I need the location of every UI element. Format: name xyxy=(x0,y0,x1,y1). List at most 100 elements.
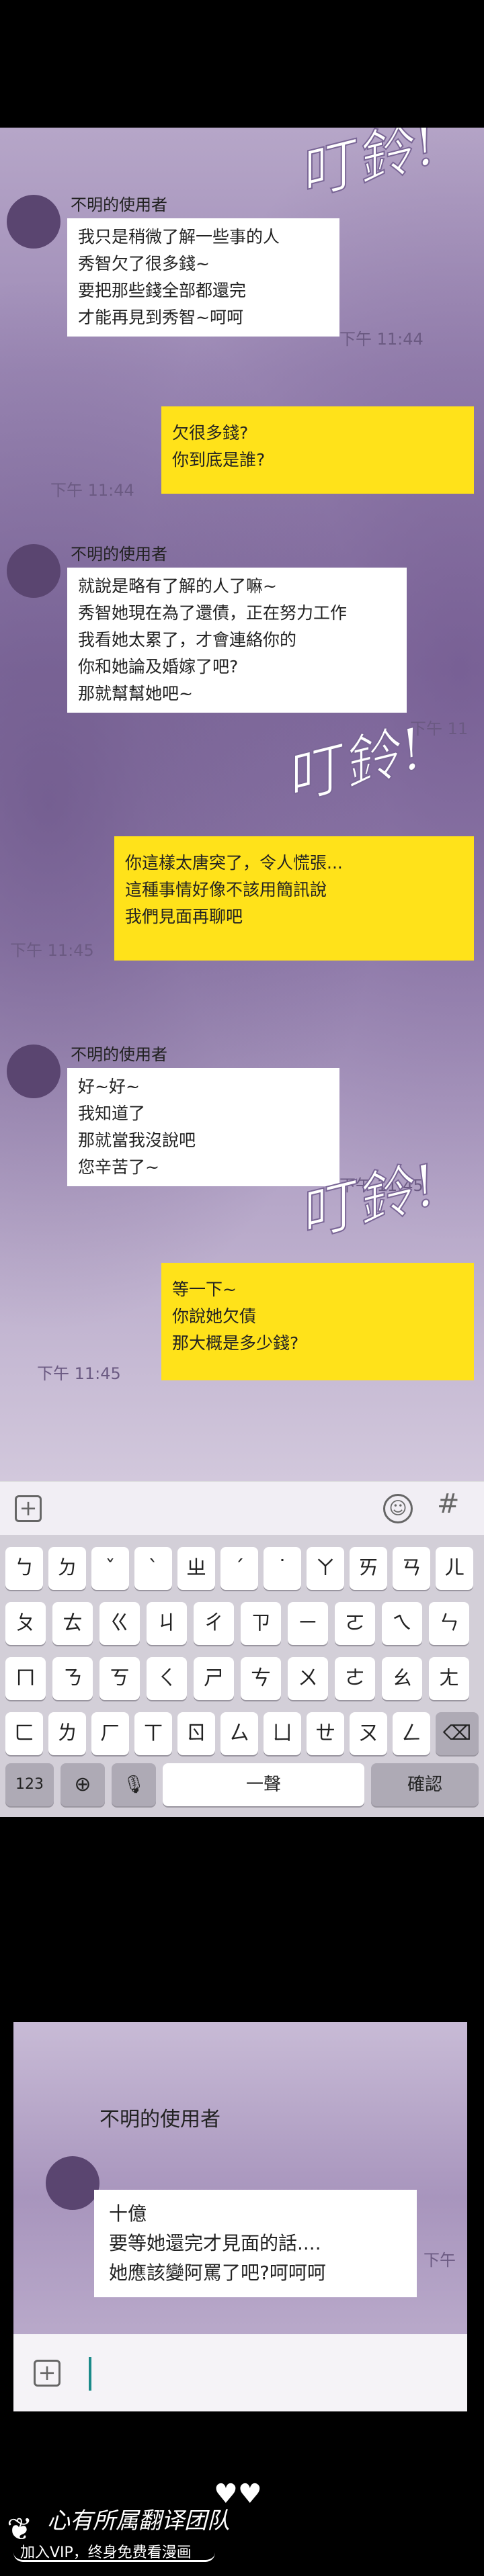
message-line: 我看她太累了，才會連絡你的 xyxy=(78,630,297,650)
message-line: 要把那些錢全部都還完 xyxy=(78,281,247,300)
globe-icon[interactable]: ⊕ xyxy=(61,1763,105,1806)
key[interactable]: ㄣ xyxy=(429,1602,469,1645)
avatar[interactable] xyxy=(46,2156,99,2210)
zhuyin-keyboard: ㄅ ㄉ ˇ ˋ ㄓ ˊ ˙ ㄚ ㄞ ㄢ ㄦ ㄆ ㄊ ㄍ ㄐ ㄔ ㄗ ㄧ ㄛ ㄟ … xyxy=(0,1535,484,1817)
key[interactable]: ˋ xyxy=(134,1547,172,1590)
message-time: 下午 11:44 xyxy=(339,330,424,349)
message-time: 下午 11:44 xyxy=(50,481,134,500)
key[interactable]: ㄩ xyxy=(264,1712,301,1755)
key[interactable]: ㄔ xyxy=(194,1602,234,1645)
key[interactable]: ㄖ xyxy=(177,1712,215,1755)
key[interactable]: ㄎ xyxy=(99,1657,140,1700)
key[interactable]: ㄍ xyxy=(99,1602,140,1645)
key[interactable]: ㄊ xyxy=(52,1602,93,1645)
message-input-bar[interactable]: + ☺ # xyxy=(0,1481,484,1535)
key[interactable]: ㄟ xyxy=(382,1602,422,1645)
emoji-icon[interactable]: ☺ xyxy=(383,1494,413,1523)
sound-effect-text: 叮鈴! xyxy=(277,713,434,813)
message-line: 好~好~ xyxy=(78,1077,140,1096)
key[interactable]: ㄘ xyxy=(241,1657,281,1700)
message-line: 你和她論及婚嫁了吧? xyxy=(78,657,239,676)
translator-logo: 心有所属翻译团队 xyxy=(47,2507,230,2534)
key[interactable]: ˙ xyxy=(264,1547,301,1590)
space-key[interactable]: 一聲 xyxy=(163,1763,364,1806)
keyboard-row: ㄆ ㄊ ㄍ ㄐ ㄔ ㄗ ㄧ ㄛ ㄟ ㄣ xyxy=(5,1602,479,1645)
hash-icon[interactable]: # xyxy=(437,1489,460,1519)
message-line: 那就當我沒說吧 xyxy=(78,1130,196,1150)
key[interactable]: ㄦ xyxy=(436,1547,473,1590)
key[interactable]: ㄝ xyxy=(307,1712,344,1755)
sender-name: 不明的使用者 xyxy=(71,1045,167,1064)
sender-name: 不明的使用者 xyxy=(71,545,167,564)
key[interactable]: ㄒ xyxy=(134,1712,172,1755)
key[interactable]: ˊ xyxy=(220,1547,258,1590)
key[interactable]: ㄌ xyxy=(48,1712,86,1755)
sender-name: 不明的使用者 xyxy=(71,195,167,214)
message-bubble: 我只是稍微了解一些事的人 秀智欠了很多錢~ 要把那些錢全部都還完 才能再見到秀智… xyxy=(67,218,339,337)
key[interactable]: ㄥ xyxy=(393,1712,430,1755)
message-line: 才能再見到秀智~呵呵 xyxy=(78,308,243,327)
key[interactable]: ㄇ xyxy=(5,1657,46,1700)
message-line: 十億 xyxy=(109,2203,147,2225)
key[interactable]: ㄋ xyxy=(52,1657,93,1700)
message-bubble: 就說是略有了解的人了嘛~ 秀智她現在為了還債，正在努力工作 我看她太累了，才會連… xyxy=(67,568,407,713)
message-line: 你到底是誰? xyxy=(172,450,266,470)
key[interactable]: ㄠ xyxy=(382,1657,422,1700)
message-line: 那就幫幫她吧~ xyxy=(78,684,193,703)
key[interactable]: ㄙ xyxy=(220,1712,258,1755)
key[interactable]: ㄡ xyxy=(350,1712,387,1755)
keyboard-row: ㄇ ㄋ ㄎ ㄑ ㄕ ㄘ ㄨ ㄜ ㄠ ㄤ xyxy=(5,1657,479,1700)
microphone-icon[interactable]: 🎙 xyxy=(112,1763,156,1806)
confirm-key[interactable]: 確認 xyxy=(371,1763,479,1806)
key[interactable]: ㄓ xyxy=(177,1547,215,1590)
my-message-bubble: 等一下~ 你說她欠債 那大概是多少錢? xyxy=(161,1263,474,1380)
message-time: 下午 xyxy=(424,2251,456,2270)
key[interactable]: ㄜ xyxy=(335,1657,375,1700)
numbers-key[interactable]: 123 xyxy=(5,1763,54,1806)
message-bubble: 好~好~ 我知道了 那就當我沒說吧 您辛苦了~ xyxy=(67,1068,339,1186)
key[interactable]: ㄈ xyxy=(5,1712,43,1755)
avatar[interactable] xyxy=(7,195,61,249)
keyboard-row: ㄈ ㄌ ㄏ ㄒ ㄖ ㄙ ㄩ ㄝ ㄡ ㄥ ⌫ xyxy=(5,1712,479,1755)
key[interactable]: ㄏ xyxy=(91,1712,129,1755)
key[interactable]: ㄛ xyxy=(335,1602,375,1645)
message-line: 那大概是多少錢? xyxy=(172,1333,299,1353)
message-time: 下午 11:45 xyxy=(37,1364,121,1383)
message-time: 下午 11:45 xyxy=(10,941,94,960)
message-line: 這種事情好像不該用簡訊說 xyxy=(125,880,327,899)
text-cursor xyxy=(89,2357,91,2391)
message-line: 要等她還完才見面的話.... xyxy=(109,2232,321,2254)
message-line: 我只是稍微了解一些事的人 xyxy=(78,227,280,247)
add-attachment-button[interactable]: + xyxy=(34,2360,61,2387)
chat-panel-2: 不明的使用者 十億 要等她還完才見面的話.... 她應該變阿罵了吧?呵呵呵 下午… xyxy=(13,2022,467,2411)
message-line: 你這樣太唐突了，令人慌張... xyxy=(125,853,343,873)
avatar[interactable] xyxy=(7,1045,61,1098)
key[interactable]: ㄕ xyxy=(194,1657,234,1700)
message-line: 你說她欠債 xyxy=(172,1306,257,1326)
message-line: 欠很多錢? xyxy=(172,423,249,443)
key[interactable]: ㄧ xyxy=(288,1602,328,1645)
key[interactable]: ㄨ xyxy=(288,1657,328,1700)
message-input-bar[interactable]: + xyxy=(13,2334,467,2411)
backspace-icon[interactable]: ⌫ xyxy=(436,1712,479,1755)
message-line: 我知道了 xyxy=(78,1104,146,1123)
my-message-bubble: 欠很多錢? 你到底是誰? xyxy=(161,406,474,494)
key[interactable]: ㄅ xyxy=(5,1547,43,1590)
key[interactable]: ㄚ xyxy=(307,1547,344,1590)
logo-swoosh xyxy=(13,2552,215,2562)
key[interactable]: ㄆ xyxy=(5,1602,46,1645)
keyboard-row: ㄅ ㄉ ˇ ˋ ㄓ ˊ ˙ ㄚ ㄞ ㄢ ㄦ xyxy=(5,1547,479,1590)
key[interactable]: ˇ xyxy=(91,1547,129,1590)
key[interactable]: ㄢ xyxy=(393,1547,430,1590)
key[interactable]: ㄐ xyxy=(147,1602,187,1645)
key[interactable]: ㄉ xyxy=(48,1547,86,1590)
key[interactable]: ㄞ xyxy=(350,1547,387,1590)
add-attachment-button[interactable]: + xyxy=(15,1495,42,1522)
sound-effect-text: 叮鈴! xyxy=(290,128,447,209)
key[interactable]: ㄗ xyxy=(241,1602,281,1645)
key[interactable]: ㄑ xyxy=(147,1657,187,1700)
key[interactable]: ㄤ xyxy=(429,1657,469,1700)
keyboard-row: 123 ⊕ 🎙 一聲 確認 xyxy=(5,1763,479,1806)
avatar[interactable] xyxy=(7,544,61,598)
message-line: 我們見面再聊吧 xyxy=(125,907,243,926)
